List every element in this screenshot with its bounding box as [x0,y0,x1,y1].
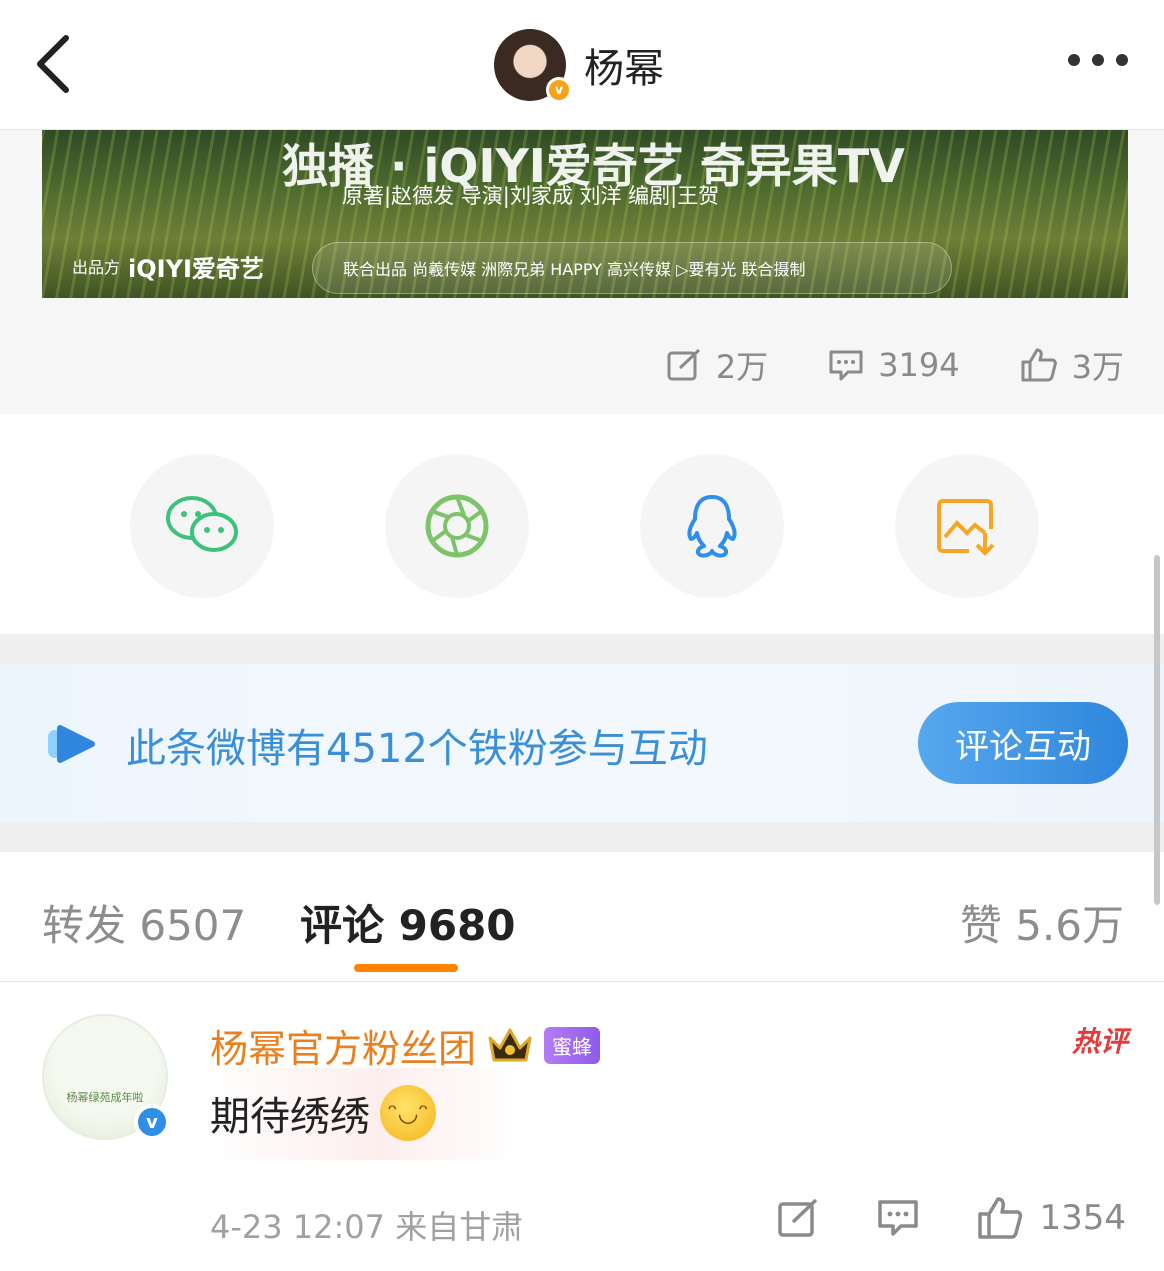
post-stats: 2万 3194 3万 [666,342,1124,388]
wechat-icon [166,496,238,552]
verified-badge-icon: v [134,1104,170,1140]
verified-badge-icon: v [546,77,572,103]
comment-item: 杨幂绿苑成年啦 v 杨幂官方粉丝团 蜜蜂 热评 期待绣绣 ᵔ◡ᵔ 4-23 12… [0,982,1164,1271]
comment-body: 期待绣绣 ᵔ◡ᵔ [210,1084,436,1142]
comment-meta: 4-23 12:07 来自甘肃 [210,1208,524,1246]
top-nav-bar: v 杨幂 [0,0,1164,130]
back-button[interactable] [30,32,78,96]
share-qq-button[interactable] [640,454,784,598]
active-tab-indicator [354,964,458,972]
fan-interaction-banner[interactable]: 此条微博有4512个铁粉参与互动 评论互动 [0,664,1164,822]
thumbs-up-icon [978,1197,1023,1239]
fan-play-icon [48,725,95,763]
page-title: 杨幂 [584,46,664,92]
share-moments-button[interactable] [385,454,529,598]
repost-stat[interactable]: 2万 [666,342,768,388]
share-panel [0,414,1164,634]
scrollbar[interactable] [1154,555,1160,905]
fan-banner-text: 此条微博有4512个铁粉参与互动 [126,726,708,772]
tab-likes[interactable]: 赞 5.6万 [960,892,1124,953]
comment-actions: 1354 [777,1196,1126,1240]
tab-repost[interactable]: 转发 6507 [42,892,246,953]
chevron-left-icon [37,35,69,93]
fan-level-badge: 蜜蜂 [544,1027,601,1064]
banner-producer-logo: iQIYI爱奇艺 [128,254,264,283]
commenter-info: 杨幂官方粉丝团 蜜蜂 [210,1018,601,1073]
like-stat[interactable]: 3万 [1020,342,1124,388]
banner-producer-label: 出品方 [72,258,121,277]
section-divider [0,634,1164,664]
repost-count: 2万 [715,348,769,386]
comment-stat[interactable]: 3194 [828,346,960,384]
tab-comments[interactable]: 评论 9680 [300,892,516,953]
more-options-button[interactable] [1068,54,1128,66]
avatar-caption: 杨幂绿苑成年啦 [66,1091,144,1104]
repost-icon [667,348,700,381]
comment-like-button[interactable]: 1354 [977,1196,1126,1240]
qq-icon [687,495,737,558]
post-tabs: 转发 6507 评论 9680 赞 5.6万 [0,852,1164,982]
dot-icon [1068,54,1080,66]
comment-icon [829,350,863,381]
dot-icon [1116,54,1128,66]
comment-text: 期待绣绣 [210,1094,370,1140]
hot-comment-tag: 热评 [1071,1025,1128,1058]
commenter-name[interactable]: 杨幂官方粉丝团 [210,1018,476,1073]
dot-icon [1092,54,1104,66]
avatar[interactable]: v [494,29,572,103]
comment-like-count: 1354 [1039,1198,1126,1238]
weibo-post-page: v 杨幂 独播 · iQIYI爱奇艺 奇异果TV 原著|赵德发 导演|刘家成 刘… [0,0,1164,1271]
commenter-avatar[interactable]: 杨幂绿苑成年啦 v [42,1014,170,1140]
comment-interact-button[interactable]: 评论互动 [918,702,1128,784]
banner-credits: 原著|赵德发 导演|刘家成 刘洋 编剧|王贺 [342,184,720,208]
post-image-banner[interactable]: 独播 · iQIYI爱奇艺 奇异果TV 原著|赵德发 导演|刘家成 刘洋 编剧|… [42,130,1128,298]
crown-icon [488,1028,532,1061]
excited-emoji-icon: ᵔ◡ᵔ [380,1085,436,1141]
thumbs-up-icon [1021,348,1057,382]
profile-header[interactable]: v 杨幂 [494,28,664,103]
save-image-icon [937,499,995,556]
share-wechat-button[interactable] [130,454,274,598]
banner-co-producers: 联合出品 尚羲传媒 洲際兄弟 HAPPY 高兴传媒 ▷要有光 联合摄制 [312,242,952,294]
like-count: 3万 [1071,348,1124,386]
save-image-button[interactable] [895,454,1039,598]
comment-count: 3194 [878,346,960,384]
repost-icon[interactable] [777,1198,819,1238]
comment-icon[interactable] [877,1198,919,1238]
moments-icon [425,494,489,558]
section-divider [0,822,1164,852]
banner-footer: 出品方 iQIYI爱奇艺 联合出品 尚羲传媒 洲際兄弟 HAPPY 高兴传媒 ▷… [42,234,1128,298]
